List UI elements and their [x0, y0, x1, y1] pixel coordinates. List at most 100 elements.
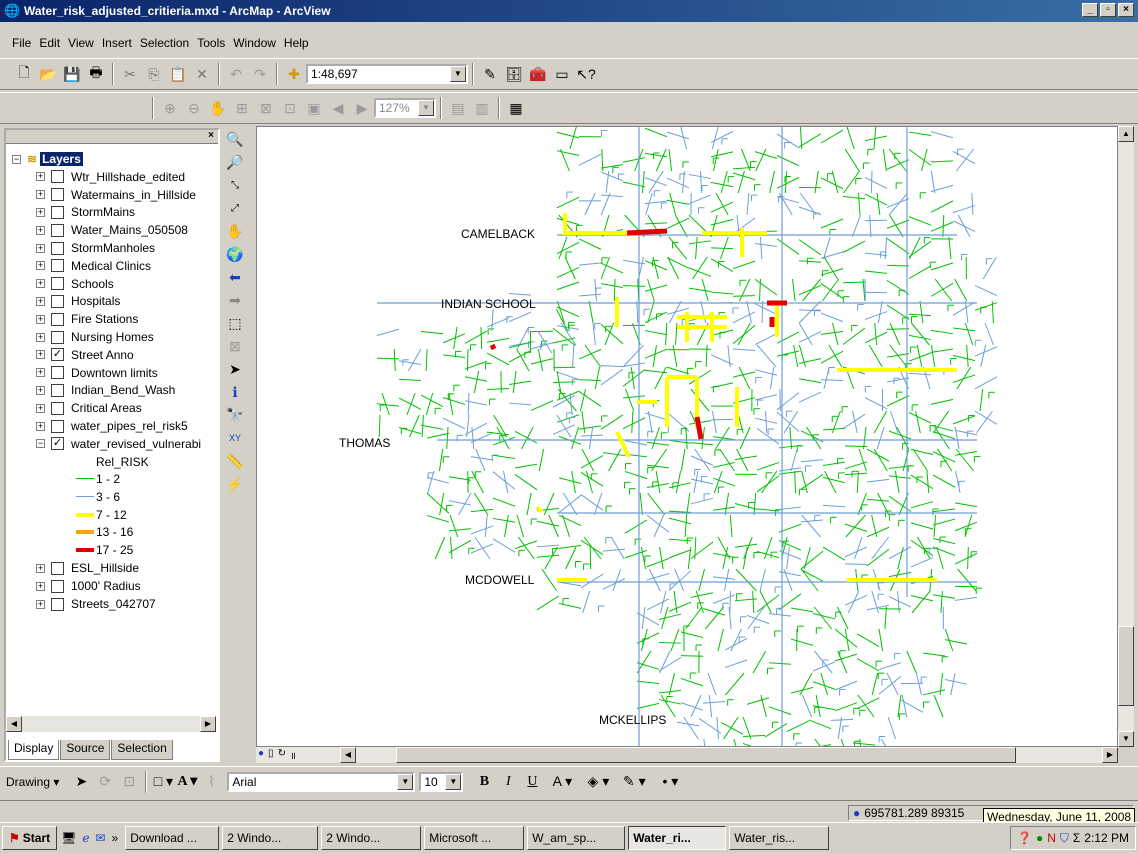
water-main-segment[interactable] [602, 452, 626, 457]
water-main-segment[interactable] [888, 546, 912, 560]
water-main-segment[interactable] [952, 374, 976, 383]
water-main-segment[interactable] [624, 440, 648, 446]
fixed-zoom-out-icon[interactable]: ▣ [303, 97, 325, 119]
layer-checkbox[interactable] [51, 366, 64, 380]
water-main-segment[interactable] [792, 278, 796, 302]
expand-icon[interactable]: + [36, 190, 45, 200]
layer-row-2[interactable]: + StormMains [36, 203, 135, 221]
water-main-segment[interactable] [966, 344, 969, 368]
water-main-segment[interactable] [856, 697, 880, 710]
expand-icon[interactable]: + [36, 599, 45, 609]
water-main-segment[interactable] [725, 672, 745, 696]
zoom-whole-page-icon[interactable]: ⊞ [231, 97, 253, 119]
water-main-segment[interactable] [448, 528, 472, 532]
water-main-segment[interactable] [712, 477, 736, 487]
water-main-segment[interactable] [710, 181, 734, 188]
water-main-segment[interactable] [668, 517, 692, 525]
water-main-segment[interactable] [690, 478, 714, 485]
water-main-segment[interactable] [743, 536, 753, 560]
water-main-segment[interactable] [644, 127, 668, 138]
select-elements-icon[interactable]: ➤ [222, 358, 248, 380]
water-main-segment[interactable] [558, 602, 582, 609]
expand-icon[interactable]: + [36, 207, 45, 217]
water-main-segment[interactable] [790, 607, 814, 613]
water-main-segment[interactable] [558, 477, 582, 485]
water-main-segment[interactable] [874, 322, 878, 346]
task-download[interactable]: Download ... [125, 826, 220, 850]
water-main-segment[interactable] [930, 344, 936, 368]
water-main-segment[interactable] [644, 330, 668, 336]
water-main-segment[interactable] [686, 492, 691, 516]
water-main-segment[interactable] [508, 402, 532, 406]
water-main-segment[interactable] [712, 410, 717, 434]
water-main-segment[interactable] [897, 590, 900, 614]
water-main-segment[interactable] [556, 150, 580, 156]
water-main-segment[interactable] [886, 395, 910, 407]
new-document-icon[interactable]: 🗋 [13, 63, 35, 85]
water-main-segment[interactable] [556, 217, 580, 226]
water-main-segment[interactable] [955, 148, 975, 172]
water-main-segment[interactable] [888, 571, 912, 578]
water-main-segment[interactable] [558, 581, 582, 587]
layer-row-11[interactable]: + Downtown limits [36, 364, 158, 382]
water-main-segment[interactable] [426, 515, 450, 523]
water-main-segment[interactable] [690, 497, 714, 505]
water-main-segment[interactable] [680, 702, 704, 711]
water-main-segment[interactable] [930, 398, 954, 405]
scroll-down-icon[interactable]: ▼ [1118, 731, 1134, 747]
water-main-segment[interactable] [565, 546, 577, 570]
water-main-segment[interactable] [680, 448, 686, 472]
font-combo[interactable]: Arial ▼ [227, 771, 416, 792]
water-main-segment[interactable] [930, 424, 954, 432]
layer-row-8[interactable]: + Fire Stations [36, 310, 138, 328]
water-main-segment[interactable] [654, 366, 667, 390]
water-main-segment[interactable] [580, 494, 604, 511]
water-main-segment[interactable] [864, 397, 888, 410]
water-main-segment[interactable] [536, 520, 560, 527]
task-water-ris[interactable]: Water_ris... [729, 826, 830, 850]
water-main-segment[interactable] [932, 431, 956, 440]
water-main-segment[interactable] [980, 344, 987, 368]
water-main-segment[interactable] [932, 518, 956, 526]
cut-icon[interactable]: ✂ [119, 63, 141, 85]
arctoolbox-icon[interactable]: 🧰 [527, 63, 549, 85]
menu-file[interactable]: File [12, 36, 31, 50]
water-main-segment[interactable] [908, 240, 932, 258]
water-main-segment[interactable] [692, 256, 708, 280]
layer-checkbox[interactable] [51, 419, 64, 433]
pan-icon[interactable]: ✋ [222, 220, 248, 242]
water-main-segment[interactable] [974, 346, 998, 357]
scroll-right-icon[interactable]: ▶ [200, 716, 216, 732]
water-main-segment[interactable] [984, 322, 994, 346]
water-main-segment[interactable] [756, 344, 777, 368]
water-main-segment[interactable] [588, 300, 594, 324]
water-main-segment[interactable] [863, 426, 867, 450]
water-main-segment[interactable] [932, 474, 956, 488]
water-main-segment[interactable] [759, 236, 763, 260]
water-main-segment[interactable] [556, 196, 580, 209]
menu-edit[interactable]: Edit [39, 36, 60, 50]
water-main-segment[interactable] [736, 448, 749, 472]
water-main-segment[interactable] [952, 354, 976, 362]
map-view[interactable]: CAMELBACK INDIAN SCHOOL THOMAS MCDOWELL … [256, 126, 1118, 747]
water-main-segment[interactable] [608, 448, 622, 472]
water-main-segment[interactable] [930, 282, 954, 297]
water-main-segment[interactable] [798, 358, 822, 364]
tab-display[interactable]: Display [8, 740, 60, 760]
water-main-segment[interactable] [886, 219, 910, 229]
water-main-segment[interactable] [798, 260, 822, 263]
water-main-segment[interactable] [600, 194, 624, 198]
fixed-zoom-in-icon[interactable]: ⊡ [279, 97, 301, 119]
layer-checkbox[interactable] [51, 259, 64, 273]
water-main-segment[interactable] [746, 300, 752, 324]
water-main-segment[interactable] [442, 333, 466, 344]
water-main-segment[interactable] [842, 195, 866, 200]
water-main-segment[interactable] [742, 734, 766, 738]
water-main-segment[interactable] [793, 344, 799, 368]
layer-checkbox[interactable] [51, 401, 64, 415]
water-main-segment[interactable] [789, 426, 793, 450]
menu-view[interactable]: View [68, 36, 94, 50]
restore-button[interactable]: ▫ [1100, 3, 1116, 17]
water-main-segment[interactable] [768, 613, 792, 617]
water-main-segment[interactable] [458, 492, 472, 516]
